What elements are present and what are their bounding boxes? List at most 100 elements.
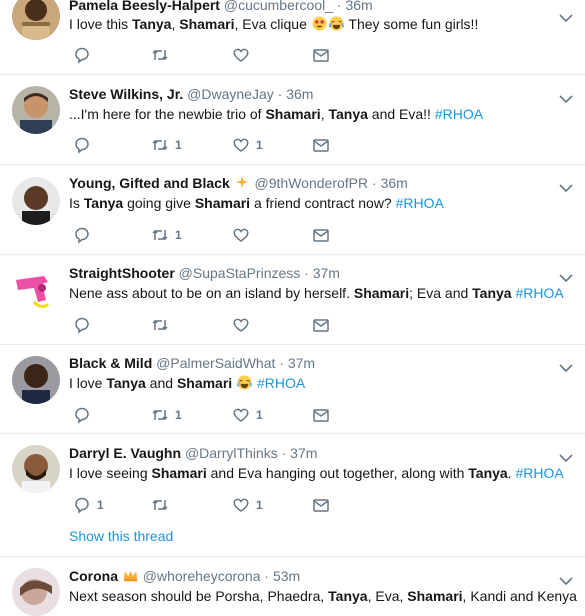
timestamp[interactable]: 37m [288, 355, 315, 371]
timestamp[interactable]: 37m [313, 265, 340, 281]
dm-button[interactable] [312, 226, 330, 244]
like-button[interactable] [232, 316, 256, 334]
user-handle[interactable]: @DwayneJay [187, 86, 274, 102]
envelope-icon [313, 499, 329, 512]
reply-button[interactable] [73, 406, 97, 424]
like-button[interactable]: 1 [232, 496, 263, 514]
crown-emoji-icon [123, 570, 138, 582]
avatar[interactable] [12, 86, 60, 134]
chevron-down-icon[interactable] [559, 91, 573, 104]
chevron-down-icon[interactable] [559, 270, 573, 283]
tweet-actions [69, 46, 369, 64]
timestamp[interactable]: 36m [381, 175, 408, 191]
sparkles-emoji-icon [235, 175, 248, 189]
avatar[interactable] [12, 445, 60, 493]
chevron-down-icon[interactable] [559, 450, 573, 463]
reply-button[interactable]: 1 [73, 496, 104, 514]
show-thread-link[interactable]: Show this thread [69, 528, 173, 544]
tweet-text: I love this Tanya, Shamari, Eva clique T… [69, 16, 479, 32]
tweet-header: Corona @whoreheycorona · 53m [69, 568, 301, 584]
display-name[interactable]: StraightShooter [69, 265, 175, 281]
tweet-header: Pamela Beesly-Halpert @cucumbercool_ · 3… [69, 0, 373, 14]
display-name[interactable]: Young, Gifted and Black [69, 175, 230, 191]
retweet-icon [152, 139, 168, 151]
chevron-down-icon[interactable] [559, 360, 573, 373]
reply-icon [75, 137, 89, 154]
user-handle[interactable]: @cucumbercool_ [224, 0, 333, 13]
crying-laughing-emoji-icon [237, 375, 253, 390]
display-name[interactable]: Pamela Beesly-Halpert [69, 0, 220, 13]
timestamp[interactable]: 36m [345, 0, 372, 13]
tweet-actions: 1 1 [69, 496, 369, 514]
hashtag-link[interactable]: #RHOA [396, 195, 444, 211]
retweet-button[interactable] [151, 316, 175, 334]
timestamp[interactable]: 37m [290, 445, 317, 461]
tweet-actions: 1 1 [69, 136, 369, 154]
like-button[interactable] [232, 46, 256, 64]
avatar[interactable] [12, 266, 60, 314]
tweet[interactable]: Black & Mild @PalmerSaidWhat · 37m I lov… [0, 345, 585, 434]
tweet-text: I love seeing Shamari and Eva hanging ou… [69, 465, 564, 481]
user-handle[interactable]: @whoreheycorona [143, 568, 261, 584]
user-handle[interactable]: @SupaStaPrinzess [179, 265, 301, 281]
envelope-icon [313, 139, 329, 152]
avatar[interactable] [12, 568, 60, 616]
reply-icon [75, 47, 89, 64]
heart-icon [233, 408, 249, 422]
user-handle[interactable]: @9thWonderofPR [255, 175, 369, 191]
tweet[interactable]: StraightShooter @SupaStaPrinzess · 37m N… [0, 255, 585, 345]
retweet-icon [152, 409, 168, 421]
dm-button[interactable] [312, 136, 330, 154]
timestamp[interactable]: 36m [286, 86, 313, 102]
display-name[interactable]: Steve Wilkins, Jr. [69, 86, 183, 102]
chevron-down-icon[interactable] [559, 573, 573, 586]
retweet-icon [152, 229, 168, 241]
reply-icon [75, 407, 89, 424]
retweet-button[interactable] [151, 46, 175, 64]
dm-button[interactable] [312, 46, 330, 64]
display-name[interactable]: Corona [69, 568, 118, 584]
reply-button[interactable] [73, 136, 97, 154]
envelope-icon [313, 229, 329, 242]
avatar[interactable] [12, 177, 60, 225]
display-name[interactable]: Black & Mild [69, 355, 152, 371]
like-button[interactable]: 1 [232, 406, 263, 424]
like-button[interactable]: 1 [232, 136, 263, 154]
hashtag-link[interactable]: #RHOA [435, 106, 483, 122]
tweet[interactable]: Darryl E. Vaughn @DarrylThinks · 37m I l… [0, 434, 585, 557]
tweet[interactable]: Young, Gifted and Black @9thWonderofPR ·… [0, 165, 585, 255]
tweet[interactable]: Corona @whoreheycorona · 53m Next season… [0, 557, 585, 616]
reply-icon [75, 227, 89, 244]
tweet-actions: 1 1 [69, 406, 369, 424]
dm-button[interactable] [312, 496, 330, 514]
reply-button[interactable] [73, 226, 97, 244]
dm-button[interactable] [312, 316, 330, 334]
retweet-icon [152, 319, 168, 331]
chevron-down-icon[interactable] [559, 10, 573, 23]
user-handle[interactable]: @DarrylThinks [185, 445, 278, 461]
tweet-header: Black & Mild @PalmerSaidWhat · 37m [69, 355, 316, 371]
chevron-down-icon[interactable] [559, 180, 573, 193]
avatar[interactable] [12, 0, 60, 40]
retweet-button[interactable] [151, 496, 175, 514]
avatar[interactable] [12, 356, 60, 404]
tweet[interactable]: Pamela Beesly-Halpert @cucumbercool_ · 3… [0, 0, 585, 75]
retweet-button[interactable]: 1 [151, 226, 182, 244]
retweet-icon [152, 499, 168, 511]
display-name[interactable]: Darryl E. Vaughn [69, 445, 181, 461]
retweet-button[interactable]: 1 [151, 406, 182, 424]
crying-laughing-emoji-icon [328, 16, 344, 31]
like-button[interactable] [232, 226, 256, 244]
retweet-button[interactable]: 1 [151, 136, 182, 154]
user-handle[interactable]: @PalmerSaidWhat [156, 355, 275, 371]
tweet[interactable]: Steve Wilkins, Jr. @DwayneJay · 36m ...I… [0, 75, 585, 165]
timestamp[interactable]: 53m [273, 568, 300, 584]
hashtag-link[interactable]: #RHOA [516, 465, 564, 481]
hashtag-link[interactable]: #RHOA [257, 375, 305, 391]
hashtag-link[interactable]: #RHOA [515, 285, 563, 301]
tweet-text: Next season should be Porsha, Phaedra, T… [69, 588, 577, 604]
reply-icon [75, 317, 89, 334]
reply-button[interactable] [73, 316, 97, 334]
reply-button[interactable] [73, 46, 97, 64]
dm-button[interactable] [312, 406, 330, 424]
